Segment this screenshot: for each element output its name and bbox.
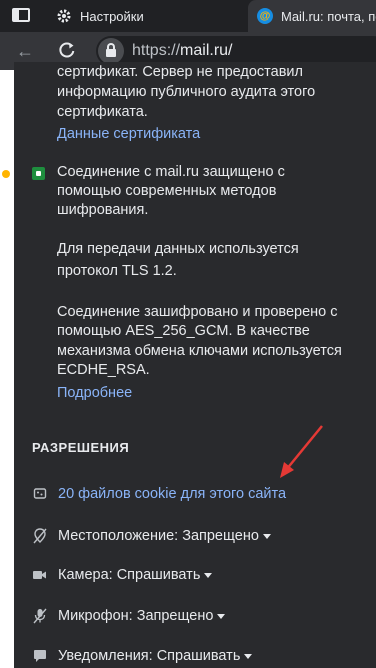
microphone-label: Микрофон: [58, 608, 133, 624]
notifications-label: Уведомления: [58, 648, 153, 664]
cookies-link[interactable]: 20 файлов cookie для этого сайта [58, 486, 286, 502]
url-scheme: https:// [132, 42, 181, 59]
reload-icon[interactable] [56, 39, 78, 61]
cookies-row[interactable]: 20 файлов cookie для этого сайта [32, 483, 286, 505]
cert-text-line-1: сертификат. Сервер не предоставил [57, 64, 303, 80]
location-value: Запрещено [182, 528, 259, 544]
cert-text-line-2: информацию публичного аудита этого [57, 84, 316, 100]
gear-icon [57, 9, 71, 23]
certificate-details-link[interactable]: Данные сертификата [57, 124, 200, 144]
permissions-heading: РАЗРЕШЕНИЯ [32, 440, 130, 455]
mail-ru-favicon-icon: @ [257, 8, 273, 24]
cipher-text-line-1: Соединение зашифровано и проверено с [57, 304, 338, 320]
tab-mail-ru-label: Mail.ru: почта, поиск [281, 8, 376, 24]
notifications-value: Спрашивать [156, 648, 241, 664]
secure-lock-icon [32, 167, 45, 180]
permission-camera: Камера: Спрашивать [32, 564, 213, 586]
cookie-icon [32, 486, 48, 502]
location-label: Местоположение: [58, 528, 179, 544]
notifications-icon [32, 648, 48, 664]
cipher-text-line-2: помощью AES_256_GCM. В качестве [57, 323, 310, 339]
url-text[interactable]: https://mail.ru/ [132, 42, 232, 60]
location-select[interactable]: Запрещено [182, 528, 271, 544]
secure-text-line-1: Соединение с mail.ru защищено с [57, 164, 285, 180]
annotation-arrow-icon [280, 425, 323, 478]
chevron-down-icon [217, 613, 226, 619]
tls-text-line-2: протокол TLS 1.2. [57, 263, 177, 279]
tab-strip: Настройки @ Mail.ru: почта, поиск [0, 0, 376, 32]
chevron-down-icon [204, 572, 213, 578]
more-details-link[interactable]: Подробнее [57, 383, 132, 403]
cert-text-line-3: сертификата. [57, 104, 148, 120]
tls-text-line-1: Для передачи данных используется [57, 241, 299, 257]
permission-notifications: Уведомления: Спрашивать [32, 645, 253, 667]
cipher-text-line-4: ECDHE_RSA. [57, 362, 150, 378]
camera-value: Спрашивать [116, 567, 201, 583]
microphone-blocked-icon [32, 608, 48, 624]
site-info-popup: сертификат. Сервер не предоставил информ… [14, 62, 376, 668]
cipher-text-line-3: механизма обмена ключами используется [57, 343, 342, 359]
chevron-down-icon [244, 653, 253, 659]
tab-settings-label: Настройки [80, 8, 144, 24]
camera-icon [32, 567, 48, 583]
permission-location: Местоположение: Запрещено [32, 525, 271, 547]
location-blocked-icon [32, 528, 48, 544]
site-info-button[interactable] [98, 38, 124, 64]
microphone-select[interactable]: Запрещено [137, 608, 226, 624]
camera-select[interactable]: Спрашивать [117, 567, 213, 583]
tab-mail-ru[interactable]: @ Mail.ru: почта, поиск [248, 0, 376, 32]
secure-text-line-2: помощью современных методов [57, 183, 277, 199]
camera-label: Камера: [58, 567, 113, 583]
secure-text-line-3: шифрования. [57, 202, 149, 218]
notifications-select[interactable]: Спрашивать [157, 648, 253, 664]
chevron-down-icon [262, 533, 271, 539]
lock-icon [106, 43, 116, 57]
url-host: mail.ru/ [180, 42, 233, 59]
microphone-value: Запрещено [136, 608, 214, 624]
page-marker-icon [2, 170, 10, 178]
permission-microphone: Микрофон: Запрещено [32, 605, 226, 627]
tab-settings[interactable]: Настройки [56, 0, 144, 32]
back-arrow-icon[interactable]: ← [16, 41, 34, 61]
tab-actions-icon[interactable] [12, 8, 30, 22]
